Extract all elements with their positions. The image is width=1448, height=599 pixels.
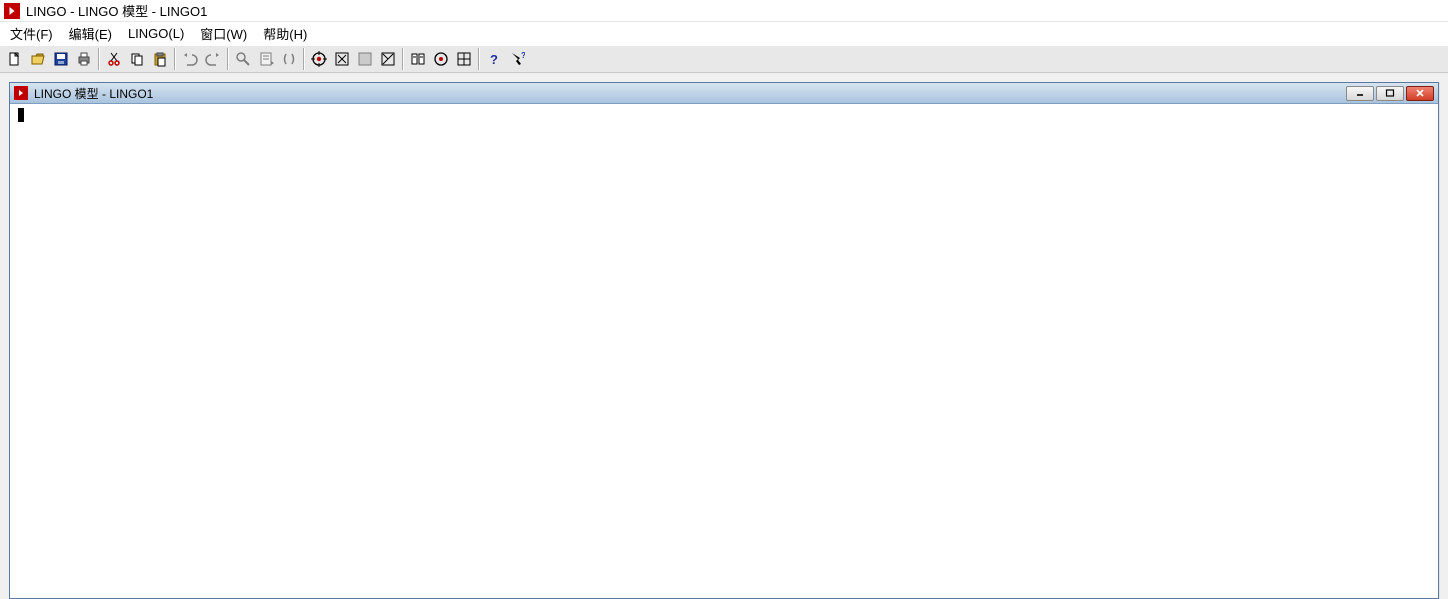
toolbar-group (406, 48, 475, 70)
toolbar-group: ?? (482, 48, 528, 70)
goto-line-icon (254, 48, 277, 70)
options-icon[interactable] (406, 48, 429, 70)
copy-icon[interactable] (125, 48, 148, 70)
help-icon[interactable]: ? (482, 48, 505, 70)
app-title: LINGO - LINGO 模型 - LINGO1 (26, 1, 207, 20)
toolbar-separator (303, 48, 304, 70)
toolbar-separator (478, 48, 479, 70)
toolbar-group (3, 48, 95, 70)
paste-icon[interactable] (148, 48, 171, 70)
minimize-button[interactable] (1346, 86, 1374, 101)
picture-icon[interactable] (376, 48, 399, 70)
print-icon[interactable] (72, 48, 95, 70)
child-window: LINGO 模型 - LINGO1 (9, 82, 1439, 599)
redo-icon (201, 48, 224, 70)
text-caret (18, 108, 24, 122)
toolbar-group (178, 48, 224, 70)
app-titlebar: LINGO - LINGO 模型 - LINGO1 (0, 0, 1448, 22)
svg-text:?: ? (521, 51, 525, 60)
menu-edit[interactable]: 编辑(E) (63, 22, 122, 45)
menu-file[interactable]: 文件(F) (4, 22, 63, 45)
child-title: LINGO 模型 - LINGO1 (34, 85, 153, 102)
toolbar-group (307, 48, 399, 70)
match-paren-icon (277, 48, 300, 70)
menubar: 文件(F) 编辑(E) LINGO(L) 窗口(W) 帮助(H) (0, 22, 1448, 45)
menu-help[interactable]: 帮助(H) (257, 22, 317, 45)
editor-area[interactable] (10, 104, 1438, 598)
undo-icon (178, 48, 201, 70)
child-titlebar[interactable]: LINGO 模型 - LINGO1 (10, 83, 1438, 104)
new-file-icon[interactable] (3, 48, 26, 70)
context-help-icon[interactable]: ? (505, 48, 528, 70)
app-icon (4, 3, 20, 19)
svg-text:?: ? (490, 52, 498, 67)
child-window-controls (1346, 86, 1438, 101)
menu-window[interactable]: 窗口(W) (194, 22, 257, 45)
close-button[interactable] (1406, 86, 1434, 101)
mdi-area: LINGO 模型 - LINGO1 (0, 73, 1448, 599)
toolbar-group (102, 48, 171, 70)
toolbar: ?? (0, 45, 1448, 73)
toolbar-separator (174, 48, 175, 70)
toolbar-separator (98, 48, 99, 70)
toolbar-separator (402, 48, 403, 70)
debug-icon[interactable] (429, 48, 452, 70)
save-icon[interactable] (49, 48, 72, 70)
solve-icon[interactable] (307, 48, 330, 70)
child-window-icon (14, 86, 28, 100)
open-file-icon[interactable] (26, 48, 49, 70)
tile-windows-icon[interactable] (452, 48, 475, 70)
solution-icon[interactable] (330, 48, 353, 70)
matrix-icon (353, 48, 376, 70)
find-icon (231, 48, 254, 70)
maximize-button[interactable] (1376, 86, 1404, 101)
cut-icon[interactable] (102, 48, 125, 70)
toolbar-group (231, 48, 300, 70)
toolbar-separator (227, 48, 228, 70)
menu-lingo[interactable]: LINGO(L) (122, 24, 194, 43)
